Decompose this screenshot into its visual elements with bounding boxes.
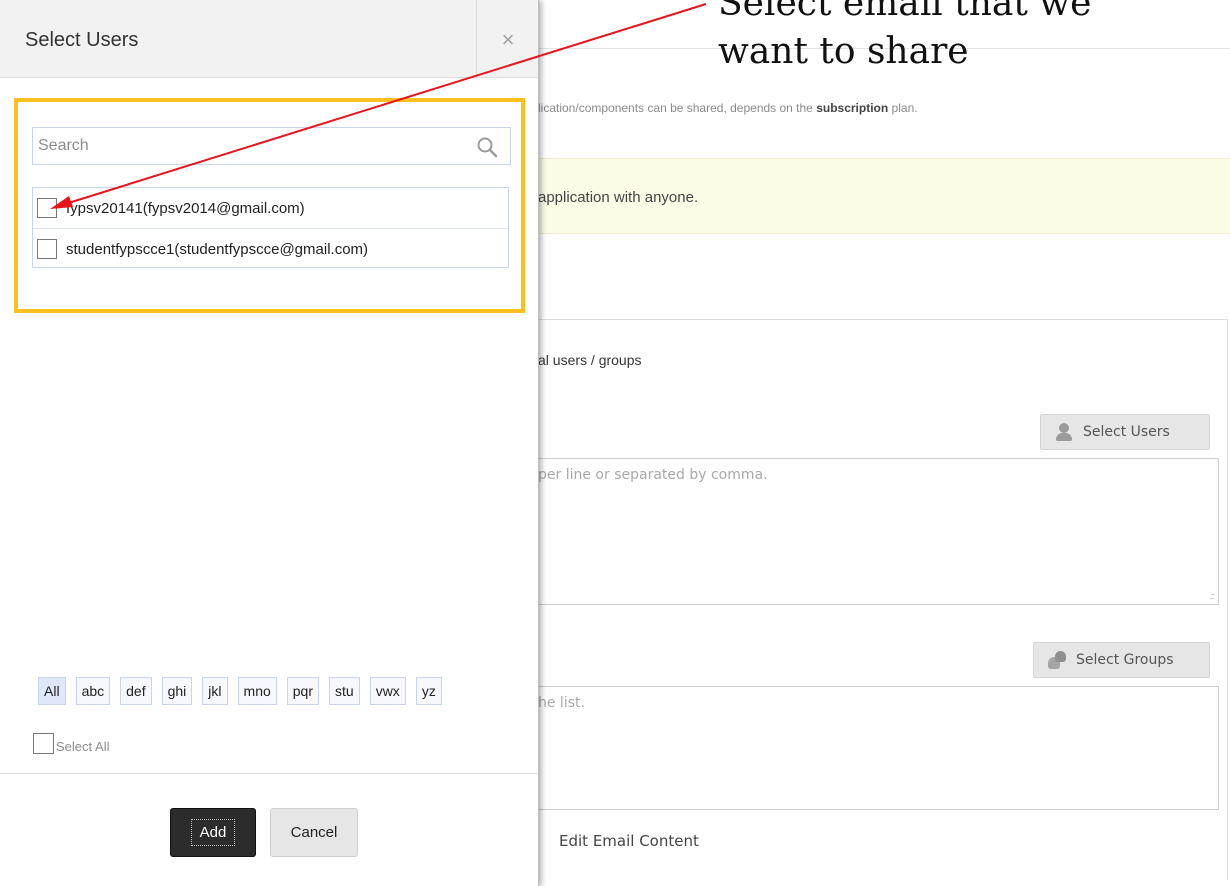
modal-title: Select Users: [25, 29, 139, 51]
groups-textarea-placeholder: he list.: [538, 695, 585, 711]
letter-filter-yz[interactable]: yz: [415, 677, 442, 705]
users-textarea-placeholder: per line or separated by comma.: [538, 467, 768, 483]
users-textarea[interactable]: per line or separated by comma. .::: [538, 458, 1219, 605]
warning-banner: application with anyone.: [538, 158, 1230, 234]
select-groups-label: Select Groups: [1076, 652, 1174, 668]
letter-filter-ghi[interactable]: ghi: [161, 677, 193, 705]
subscription-info: lication/components can be shared, depen…: [538, 101, 918, 115]
select-users-label: Select Users: [1083, 424, 1170, 440]
modal-close-area: ×: [476, 0, 539, 77]
modal-footer-divider: [0, 773, 538, 774]
share-section-title: al users / groups: [538, 352, 642, 368]
letter-filter-pqr[interactable]: pqr: [286, 677, 319, 705]
annotation-line-1: Select email that we: [718, 0, 1092, 24]
subscription-link: subscription: [816, 101, 889, 115]
groups-textarea[interactable]: he list.: [538, 686, 1219, 810]
letter-filter-stu[interactable]: stu: [329, 677, 360, 705]
letter-filter-vwx[interactable]: vwx: [369, 677, 406, 705]
select-groups-button[interactable]: Select Groups: [1033, 642, 1210, 678]
select-all-checkbox[interactable]: [33, 733, 54, 754]
letter-filter-jkl[interactable]: jkl: [202, 677, 228, 705]
group-icon: [1048, 651, 1066, 669]
letter-filter-def[interactable]: def: [120, 677, 152, 705]
close-icon[interactable]: ×: [477, 27, 539, 53]
cancel-button[interactable]: Cancel: [270, 808, 358, 857]
user-icon: [1055, 423, 1073, 441]
annotation-line-2: want to share: [718, 31, 969, 72]
edit-email-content-link[interactable]: Edit Email Content: [559, 832, 699, 850]
letter-filter-all[interactable]: All: [38, 677, 66, 705]
select-all[interactable]: Select All: [33, 733, 109, 754]
resize-grip-icon[interactable]: .::: [1209, 591, 1214, 601]
letter-filter-mno[interactable]: mno: [237, 677, 277, 705]
select-all-label: Select All: [56, 739, 110, 754]
select-users-button[interactable]: Select Users: [1040, 414, 1210, 450]
letter-filter-bar: All abc def ghi jkl mno pqr stu vwx yz: [38, 677, 452, 705]
annotation-text: Select email that we want to share: [718, 0, 1218, 76]
letter-filter-abc[interactable]: abc: [75, 677, 111, 705]
highlight-box: [14, 98, 525, 313]
add-button[interactable]: Add: [170, 808, 256, 857]
add-button-label: Add: [190, 819, 236, 846]
warning-text: application with anyone.: [538, 189, 699, 206]
modal-header: Select Users ×: [0, 0, 538, 78]
